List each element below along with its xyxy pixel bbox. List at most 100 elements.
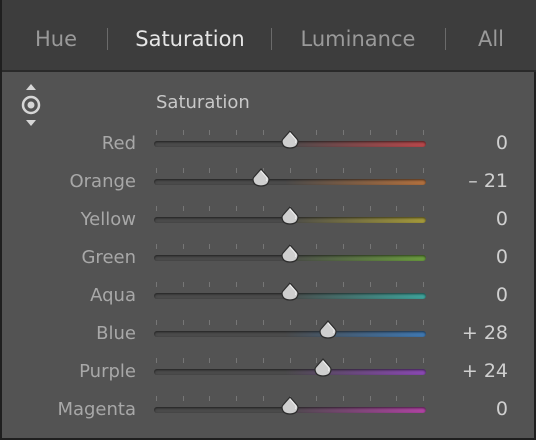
slider-tick: [342, 244, 344, 249]
slider-tick: [209, 206, 211, 211]
slider-track[interactable]: [154, 369, 426, 375]
slider-track[interactable]: [154, 179, 426, 185]
slider-tick: [289, 358, 291, 363]
slider-tick: [369, 244, 371, 249]
slider-tick: [423, 168, 424, 173]
slider-tick: [156, 244, 157, 249]
tab-divider: [271, 28, 272, 50]
slider-value[interactable]: 0: [496, 132, 508, 154]
slider-tick: [156, 130, 157, 135]
slider-tick: [369, 396, 371, 401]
slider-tick: [236, 168, 238, 173]
slider-value[interactable]: 0: [496, 398, 508, 420]
slider-thumb[interactable]: [280, 282, 300, 302]
slider-tick: [316, 168, 318, 173]
slider-tick: [396, 244, 398, 249]
slider-tick: [209, 168, 211, 173]
slider-tick: [316, 396, 318, 401]
slider-tick: [316, 206, 318, 211]
slider-thumb[interactable]: [280, 130, 300, 150]
tab-saturation[interactable]: Saturation: [128, 24, 252, 54]
slider-tick: [369, 206, 371, 211]
slider-row-red: Red 0: [2, 124, 536, 162]
slider-thumb[interactable]: [251, 168, 271, 188]
slider-thumb[interactable]: [318, 320, 338, 340]
tab-divider: [107, 28, 108, 50]
slider-row-yellow: Yellow 0: [2, 200, 536, 238]
slider-tick: [396, 168, 398, 173]
section-title: Saturation: [156, 92, 250, 113]
slider-tick: [236, 320, 238, 325]
slider-tick: [342, 320, 344, 325]
hsl-panel: Hue Saturation Luminance All Saturation …: [0, 0, 536, 440]
slider-tick: [182, 206, 184, 211]
slider-tick: [209, 282, 211, 287]
slider-tick: [262, 396, 264, 401]
slider-tick: [316, 320, 318, 325]
slider-tick: [236, 244, 238, 249]
slider-tick: [423, 358, 424, 363]
slider-label: Blue: [96, 323, 136, 344]
slider-tick: [316, 282, 318, 287]
slider-tick: [209, 358, 211, 363]
slider-value[interactable]: – 21: [468, 170, 508, 192]
slider-tick: [156, 396, 157, 401]
slider-tick: [236, 282, 238, 287]
slider-tick: [342, 396, 344, 401]
slider-ticks: [156, 320, 424, 326]
slider-thumb[interactable]: [280, 206, 300, 226]
slider-label: Aqua: [90, 285, 136, 306]
slider-tick: [236, 130, 238, 135]
slider-tick: [262, 358, 264, 363]
slider-ticks: [156, 358, 424, 364]
slider-label: Orange: [69, 171, 136, 192]
slider-tick: [182, 358, 184, 363]
slider-tick: [423, 282, 424, 287]
slider-row-aqua: Aqua 0: [2, 276, 536, 314]
slider-tick: [156, 320, 157, 325]
slider-tick: [209, 320, 211, 325]
slider-value[interactable]: 0: [496, 246, 508, 268]
hsl-tab-bar: Hue Saturation Luminance All: [2, 0, 536, 72]
slider-tick: [156, 358, 157, 363]
slider-tick: [182, 168, 184, 173]
slider-thumb[interactable]: [313, 358, 333, 378]
slider-tick: [369, 320, 371, 325]
slider-tick: [396, 206, 398, 211]
slider-value[interactable]: 0: [496, 208, 508, 230]
slider-tick: [262, 206, 264, 211]
slider-tick: [262, 130, 264, 135]
slider-row-magenta: Magenta 0: [2, 390, 536, 428]
slider-value[interactable]: 0: [496, 284, 508, 306]
slider-value[interactable]: + 28: [462, 322, 508, 344]
slider-tick: [289, 320, 291, 325]
slider-tick: [182, 130, 184, 135]
slider-tick: [369, 130, 371, 135]
slider-tick: [423, 244, 424, 249]
slider-row-orange: Orange – 21: [2, 162, 536, 200]
tab-luminance[interactable]: Luminance: [296, 24, 420, 54]
tab-all[interactable]: All: [464, 24, 518, 54]
slider-tick: [236, 358, 238, 363]
slider-tick: [182, 282, 184, 287]
slider-tick: [262, 244, 264, 249]
slider-row-purple: Purple + 24: [2, 352, 536, 390]
targeted-adjustment-icon[interactable]: [18, 82, 44, 128]
slider-tick: [342, 282, 344, 287]
slider-tick: [396, 130, 398, 135]
slider-tick: [369, 168, 371, 173]
slider-thumb[interactable]: [280, 244, 300, 264]
slider-value[interactable]: + 24: [462, 360, 508, 382]
slider-track[interactable]: [154, 331, 426, 337]
slider-tick: [262, 320, 264, 325]
slider-tick: [182, 244, 184, 249]
slider-tick: [342, 358, 344, 363]
slider-tick: [396, 396, 398, 401]
slider-thumb[interactable]: [280, 396, 300, 416]
tab-hue[interactable]: Hue: [16, 24, 96, 54]
slider-label: Yellow: [80, 209, 136, 230]
slider-tick: [423, 206, 424, 211]
slider-tick: [342, 206, 344, 211]
slider-tick: [423, 396, 424, 401]
slider-tick: [236, 206, 238, 211]
